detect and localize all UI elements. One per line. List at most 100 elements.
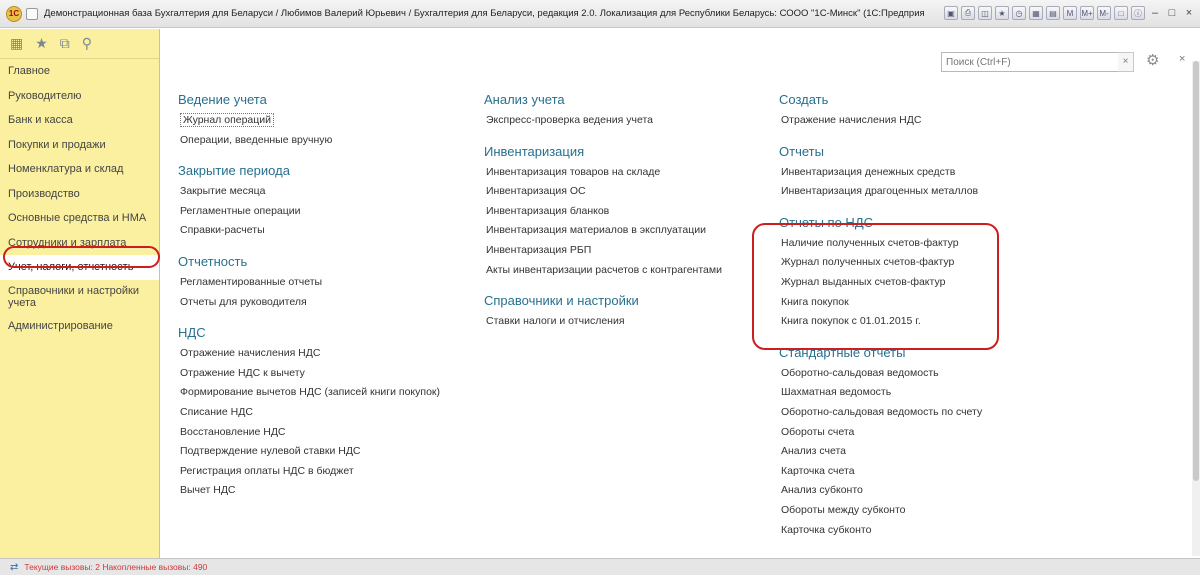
save-icon[interactable]: ▣ (944, 6, 958, 20)
command-link[interactable]: Акты инвентаризации расчетов с контраген… (484, 261, 774, 281)
search-input[interactable] (942, 53, 1125, 71)
command-link[interactable]: Анализ субконто (779, 481, 1099, 501)
command-link[interactable]: Инвентаризация материалов в эксплуатации (484, 221, 774, 241)
preview-icon[interactable]: ◫ (978, 6, 992, 20)
command-link[interactable]: Оборотно-сальдовая ведомость по счету (779, 403, 1099, 423)
favorites-star-icon[interactable]: ★ (35, 35, 48, 52)
close-icon[interactable]: × (1179, 53, 1185, 65)
sidebar-item-settings[interactable]: Справочники и настройки учета (0, 280, 159, 314)
memory-button-m[interactable]: M (1063, 6, 1077, 20)
sidebar-item-admin[interactable]: Администрирование (0, 314, 159, 339)
group-title: Закрытие периода (178, 163, 290, 179)
command-link-label: Операции, введенные вручную (180, 133, 333, 146)
command-link[interactable]: Списание НДС (178, 403, 478, 423)
scrollbar[interactable] (1192, 61, 1200, 556)
calculator-icon[interactable]: ▤ (1046, 6, 1060, 20)
calendar-icon[interactable]: ▦ (1029, 6, 1043, 20)
sidebar-item-staff[interactable]: Сотрудники и зарплата (0, 231, 159, 256)
command-link[interactable]: Наличие полученных счетов-фактур (779, 234, 1099, 254)
command-link[interactable]: Инвентаризация денежных средств (779, 163, 1099, 183)
command-link[interactable]: Журнал операций (178, 111, 478, 131)
history-icon[interactable]: ◷ (1012, 6, 1026, 20)
command-link[interactable]: Отражение начисления НДС (178, 344, 478, 364)
command-link[interactable]: Подтверждение нулевой ставки НДС (178, 442, 478, 462)
command-link[interactable]: Формирование вычетов НДС (записей книги … (178, 383, 478, 403)
sidebar-item-bank[interactable]: Банк и касса (0, 108, 159, 133)
command-link[interactable]: Регистрация оплаты НДС в бюджет (178, 462, 478, 482)
sidebar-item-accounting[interactable]: Учет, налоги, отчетность (0, 255, 159, 280)
search-box (941, 52, 1126, 72)
sections-menu-icon[interactable]: ▦ (10, 35, 23, 52)
command-link-label: Отражение начисления НДС (781, 114, 922, 126)
maximize-icon[interactable]: □ (1165, 7, 1179, 19)
sidebar-item-manager[interactable]: Руководителю (0, 84, 159, 109)
command-link[interactable]: Операции, введенные вручную (178, 131, 478, 151)
command-link[interactable]: Инвентаризация РБП (484, 241, 774, 261)
group-title: Отчеты (779, 143, 824, 159)
command-link[interactable]: Карточка субконто (779, 521, 1099, 541)
command-link[interactable]: Журнал полученных счетов-фактур (779, 253, 1099, 273)
sidebar-item-warehouse[interactable]: Номенклатура и склад (0, 157, 159, 182)
command-link-label: Анализ субконто (781, 484, 863, 497)
sidebar-item-sales[interactable]: Покупки и продажи (0, 133, 159, 158)
search-icon[interactable]: ⚲ (82, 35, 92, 52)
command-link[interactable]: Инвентаризация товаров на складе (484, 163, 774, 183)
history-icon[interactable]: ⧉ (60, 35, 70, 52)
sidebar-item-assets[interactable]: Основные средства и НМА (0, 206, 159, 231)
command-link[interactable]: Обороты счета (779, 423, 1099, 443)
minimize-icon[interactable]: – (1148, 7, 1162, 19)
windows-icon[interactable]: □ (1114, 6, 1128, 20)
command-link[interactable]: Книга покупок (779, 293, 1099, 313)
command-link-label: Отражение начисления НДС (180, 347, 321, 360)
command-link[interactable]: Оборотно-сальдовая ведомость (779, 364, 1099, 384)
command-link[interactable]: Обороты между субконто (779, 501, 1099, 521)
command-link[interactable]: Книга покупок с 01.01.2015 г. (779, 312, 1099, 332)
command-link[interactable]: Карточка счета (779, 462, 1099, 482)
command-link[interactable]: Справки-расчеты (178, 221, 478, 241)
command-link-label: Карточка счета (781, 464, 855, 477)
command-link[interactable]: Отражение начисления НДС (779, 111, 1099, 131)
command-link[interactable]: Инвентаризация ОС (484, 182, 774, 202)
command-link-label: Шахматная ведомость (781, 386, 892, 399)
group-title: Стандартные отчеты (779, 344, 906, 360)
group-title: НДС (178, 325, 206, 341)
sidebar-toolbar: ▦ ★ ⧉ ⚲ (0, 29, 159, 59)
title-bar: 1С Демонстрационная база Бухгалтерия для… (0, 0, 1200, 28)
command-link[interactable]: Журнал выданных счетов-фактур (779, 273, 1099, 293)
memory-button-m-plus[interactable]: M+ (1080, 6, 1094, 20)
command-link[interactable]: Анализ счета (779, 442, 1099, 462)
command-link[interactable]: Отражение НДС к вычету (178, 364, 478, 384)
command-link[interactable]: Инвентаризация бланков (484, 202, 774, 222)
command-link-label: Журнал операций (180, 113, 275, 127)
scroll-thumb[interactable] (1193, 61, 1199, 481)
command-link-label: Формирование вычетов НДС (записей книги … (180, 386, 440, 399)
sidebar-item-main[interactable]: Главное (0, 59, 159, 84)
group-title: Ведение учета (178, 92, 267, 107)
command-link-label: Подтверждение нулевой ставки НДС (180, 445, 361, 458)
gear-icon[interactable]: ⚙ (1146, 51, 1159, 69)
command-link[interactable]: Закрытие месяца (178, 182, 478, 202)
title-toolbar: ▣ ⎙ ◫ ★ ◷ ▦ ▤ M M+ M- □ ⓘ – □ × (944, 6, 1196, 20)
command-link[interactable]: Вычет НДС (178, 481, 478, 501)
print-icon[interactable]: ⎙ (961, 6, 975, 20)
sidebar-item-production[interactable]: Производство (0, 182, 159, 207)
command-link[interactable]: Ставки налоги и отчисления (484, 312, 774, 332)
command-link[interactable]: Регламентные операции (178, 202, 478, 222)
command-link-label: Оборотно-сальдовая ведомость по счету (781, 405, 983, 418)
search-clear-icon[interactable]: × (1118, 52, 1134, 72)
command-link[interactable]: Отчеты для руководителя (178, 293, 478, 313)
main-menu-button[interactable] (26, 7, 38, 20)
command-link[interactable]: Регламентированные отчеты (178, 273, 478, 293)
window-close-icon[interactable]: × (1182, 7, 1196, 19)
info-icon[interactable]: ⓘ (1131, 6, 1145, 20)
group-title: Создать (779, 92, 829, 107)
command-link[interactable]: Экспресс-проверка ведения учета (484, 111, 774, 131)
command-link[interactable]: Восстановление НДС (178, 423, 478, 443)
memory-button-m-minus[interactable]: M- (1097, 6, 1111, 20)
command-link-label: Экспресс-проверка ведения учета (486, 114, 654, 126)
command-link[interactable]: Инвентаризация драгоценных металлов (779, 182, 1099, 202)
command-link-label: Регистрация оплаты НДС в бюджет (180, 464, 354, 477)
favorites-icon[interactable]: ★ (995, 6, 1009, 20)
command-link[interactable]: Шахматная ведомость (779, 383, 1099, 403)
